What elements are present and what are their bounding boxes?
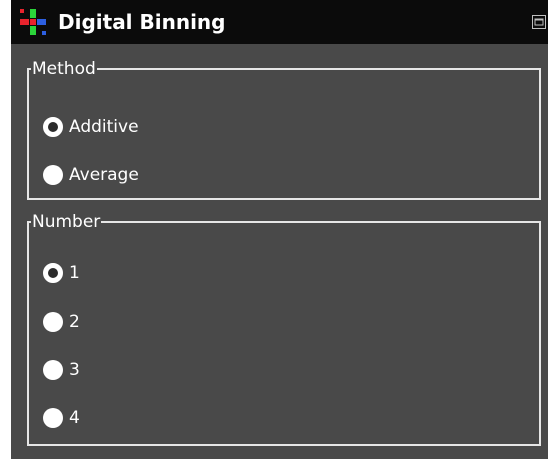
plus-grid-icon [20, 9, 46, 35]
panel-title: Digital Binning [58, 10, 226, 34]
radio-number-3[interactable]: 3 [43, 358, 80, 382]
radio-additive[interactable]: Additive [43, 115, 139, 139]
radio-button[interactable] [43, 312, 63, 332]
radio-label: 3 [69, 360, 80, 380]
radio-button[interactable] [43, 165, 63, 185]
digital-binning-panel: Digital Binning Method Additive Average … [11, 0, 548, 459]
method-group: Method Additive Average [27, 59, 541, 200]
radio-button[interactable] [43, 408, 63, 428]
radio-label: 1 [69, 263, 80, 283]
number-group: Number 1 2 3 4 [27, 212, 541, 446]
radio-label: 4 [69, 408, 80, 428]
radio-number-1[interactable]: 1 [43, 261, 80, 285]
radio-button[interactable] [43, 360, 63, 380]
radio-label: Average [69, 165, 139, 185]
title-bar: Digital Binning [11, 0, 548, 44]
radio-number-4[interactable]: 4 [43, 406, 80, 430]
radio-button-checked[interactable] [43, 263, 63, 283]
number-legend: Number [32, 212, 101, 232]
radio-number-2[interactable]: 2 [43, 310, 80, 334]
radio-average[interactable]: Average [43, 163, 139, 187]
restore-icon[interactable] [532, 15, 546, 29]
radio-button-checked[interactable] [43, 117, 63, 137]
method-legend: Method [32, 59, 96, 79]
radio-label: 2 [69, 312, 80, 332]
radio-label: Additive [69, 117, 139, 137]
